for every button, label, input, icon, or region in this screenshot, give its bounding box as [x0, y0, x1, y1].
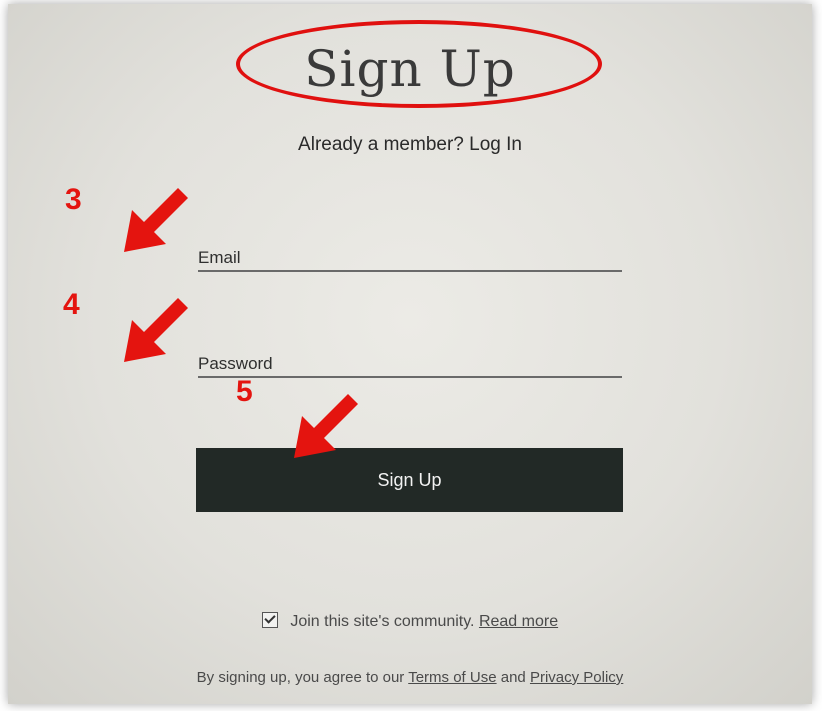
arrow-icon-password	[124, 298, 188, 362]
community-checkbox[interactable]	[261, 612, 278, 628]
login-prompt: Already a member? Log In	[8, 134, 812, 156]
member-prefix: Already a member?	[298, 134, 464, 155]
community-text: Join this site's community.	[290, 613, 475, 630]
arrow-icon-email	[124, 188, 188, 252]
agree-prefix: By signing up, you agree to our	[196, 669, 405, 686]
community-row: Join this site's community. Read more	[8, 612, 812, 631]
login-link[interactable]: Log In	[469, 134, 522, 155]
signup-button-label: Sign Up	[377, 469, 442, 490]
title-highlight-ellipse	[236, 20, 602, 108]
signup-button[interactable]: Sign Up	[196, 448, 623, 512]
email-label: Email	[198, 248, 241, 267]
terms-notice: By signing up, you agree to our Terms of…	[8, 669, 812, 686]
terms-link[interactable]: Terms of Use	[408, 669, 496, 686]
step-number-3: 3	[65, 183, 82, 216]
step-number-4: 4	[63, 288, 80, 321]
email-field[interactable]: Email	[198, 248, 622, 272]
arrow-icon-signup	[294, 394, 358, 458]
password-field[interactable]: Password	[198, 354, 622, 378]
password-label: Password	[198, 354, 273, 373]
read-more-link[interactable]: Read more	[479, 613, 558, 630]
step-number-5: 5	[236, 375, 253, 408]
privacy-link[interactable]: Privacy Policy	[530, 669, 623, 686]
agree-and: and	[500, 669, 526, 686]
